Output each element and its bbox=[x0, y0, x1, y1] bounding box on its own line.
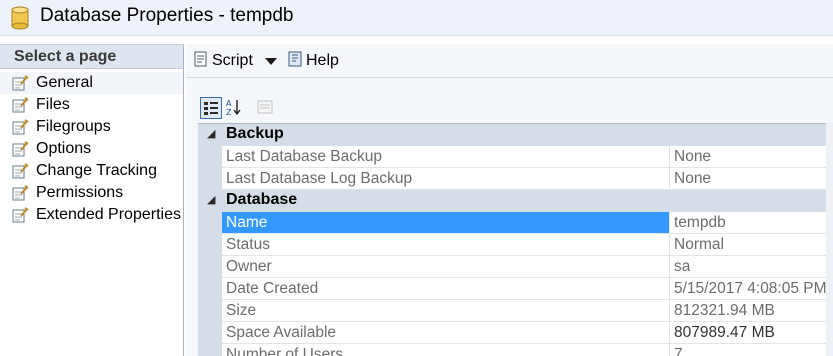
row-gutter bbox=[198, 278, 222, 300]
property-row[interactable]: Space Available 807989.47 MB bbox=[198, 322, 833, 344]
window-title: Database Properties - tempdb bbox=[40, 5, 294, 26]
page-item-options[interactable]: Options bbox=[0, 138, 183, 160]
category-label: Backup bbox=[226, 125, 284, 142]
property-row[interactable]: Last Database Backup None bbox=[198, 146, 833, 168]
property-name: Last Database Backup bbox=[222, 146, 670, 168]
page-item-label: Change Tracking bbox=[36, 162, 157, 179]
alphabetical-icon: A Z bbox=[226, 99, 241, 117]
category-row-backup[interactable]: ◢ Backup bbox=[198, 124, 833, 146]
property-grid: ◢ Backup Last Database Backup None Last Data… bbox=[198, 123, 833, 356]
row-gutter bbox=[198, 256, 222, 278]
category-row-database[interactable]: ◢ Database bbox=[198, 190, 833, 212]
property-name: Number of Users bbox=[222, 344, 670, 356]
help-label: Help bbox=[306, 52, 339, 69]
property-name: Size bbox=[222, 300, 670, 322]
wrench-page-icon bbox=[12, 75, 29, 91]
help-icon bbox=[288, 51, 302, 67]
property-row[interactable]: Name tempdb bbox=[198, 212, 833, 234]
property-row[interactable]: Date Created 5/15/2017 4:08:05 PM bbox=[198, 278, 833, 300]
script-label: Script bbox=[212, 52, 253, 69]
page-item-label: Files bbox=[36, 96, 70, 113]
page-item-label: General bbox=[36, 74, 93, 91]
wrench-page-icon bbox=[12, 207, 29, 223]
page-item-general[interactable]: General bbox=[0, 72, 183, 94]
wrench-page-icon bbox=[12, 141, 29, 157]
property-value: Normal bbox=[670, 234, 833, 256]
row-gutter bbox=[198, 300, 222, 322]
property-name: Status bbox=[222, 234, 670, 256]
page-selector-panel: Select a page General Files Filegroups Opti… bbox=[0, 44, 184, 356]
svg-text:Z: Z bbox=[226, 108, 232, 117]
property-pages-button[interactable] bbox=[255, 97, 277, 119]
property-row[interactable]: Owner sa bbox=[198, 256, 833, 278]
property-value: 5/15/2017 4:08:05 PM bbox=[670, 278, 833, 300]
property-value: None bbox=[670, 146, 833, 168]
property-name: Owner bbox=[222, 256, 670, 278]
wrench-page-icon bbox=[12, 185, 29, 201]
collapse-triangle-icon[interactable]: ◢ bbox=[207, 127, 215, 140]
property-name: Date Created bbox=[222, 278, 670, 300]
property-name: Last Database Log Backup bbox=[222, 168, 670, 190]
page-list: General Files Filegroups Options Change Trac… bbox=[0, 69, 183, 226]
property-row[interactable]: Size 812321.94 MB bbox=[198, 300, 833, 322]
row-gutter bbox=[198, 234, 222, 256]
wrench-page-icon bbox=[12, 119, 29, 135]
property-row[interactable]: Status Normal bbox=[198, 234, 833, 256]
property-value: 7 bbox=[670, 344, 833, 356]
row-gutter bbox=[198, 146, 222, 168]
svg-text:A: A bbox=[226, 99, 232, 108]
wrench-page-icon bbox=[12, 163, 29, 179]
property-value: 807989.47 MB bbox=[670, 322, 833, 344]
categorized-button[interactable] bbox=[200, 97, 222, 119]
window-title-bar: Database Properties - tempdb —❐✕ bbox=[0, 0, 833, 36]
script-button[interactable]: Script bbox=[193, 50, 253, 72]
property-value: 812321.94 MB bbox=[670, 300, 833, 322]
page-item-files[interactable]: Files bbox=[0, 94, 183, 116]
grid-scrollbar[interactable] bbox=[826, 123, 833, 356]
row-gutter bbox=[198, 168, 222, 190]
page-item-label: Options bbox=[36, 140, 92, 157]
wrench-page-icon bbox=[12, 97, 29, 113]
row-gutter bbox=[198, 322, 222, 344]
page-item-label: Permissions bbox=[36, 184, 124, 201]
panel-toolbar: Script Help bbox=[186, 44, 833, 78]
property-value: sa bbox=[670, 256, 833, 278]
categorized-icon bbox=[204, 102, 218, 115]
database-icon bbox=[11, 6, 29, 30]
page-item-permissions[interactable]: Permissions bbox=[0, 182, 183, 204]
page-item-label: Filegroups bbox=[36, 118, 111, 135]
alphabetical-button[interactable]: A Z bbox=[224, 97, 246, 119]
property-value: tempdb bbox=[670, 212, 833, 234]
property-name: Name bbox=[222, 212, 670, 234]
page-item-label: Extended Properties bbox=[36, 206, 181, 223]
property-row[interactable]: Number of Users 7 bbox=[198, 344, 833, 356]
page-item-extended-properties[interactable]: Extended Properties bbox=[0, 204, 183, 226]
page-item-change-tracking[interactable]: Change Tracking bbox=[0, 160, 183, 182]
collapse-triangle-icon[interactable]: ◢ bbox=[207, 193, 215, 206]
help-button[interactable]: Help bbox=[287, 50, 339, 72]
page-selector-header: Select a page bbox=[0, 45, 183, 69]
row-gutter bbox=[198, 212, 222, 234]
property-row[interactable]: Last Database Log Backup None bbox=[198, 168, 833, 190]
category-label: Database bbox=[226, 191, 298, 208]
property-name: Space Available bbox=[222, 322, 670, 344]
property-value: None bbox=[670, 168, 833, 190]
row-gutter bbox=[198, 344, 222, 356]
script-icon bbox=[194, 51, 207, 67]
script-dropdown-arrow[interactable] bbox=[265, 58, 277, 65]
property-pages-icon bbox=[257, 100, 273, 114]
page-item-filegroups[interactable]: Filegroups bbox=[0, 116, 183, 138]
